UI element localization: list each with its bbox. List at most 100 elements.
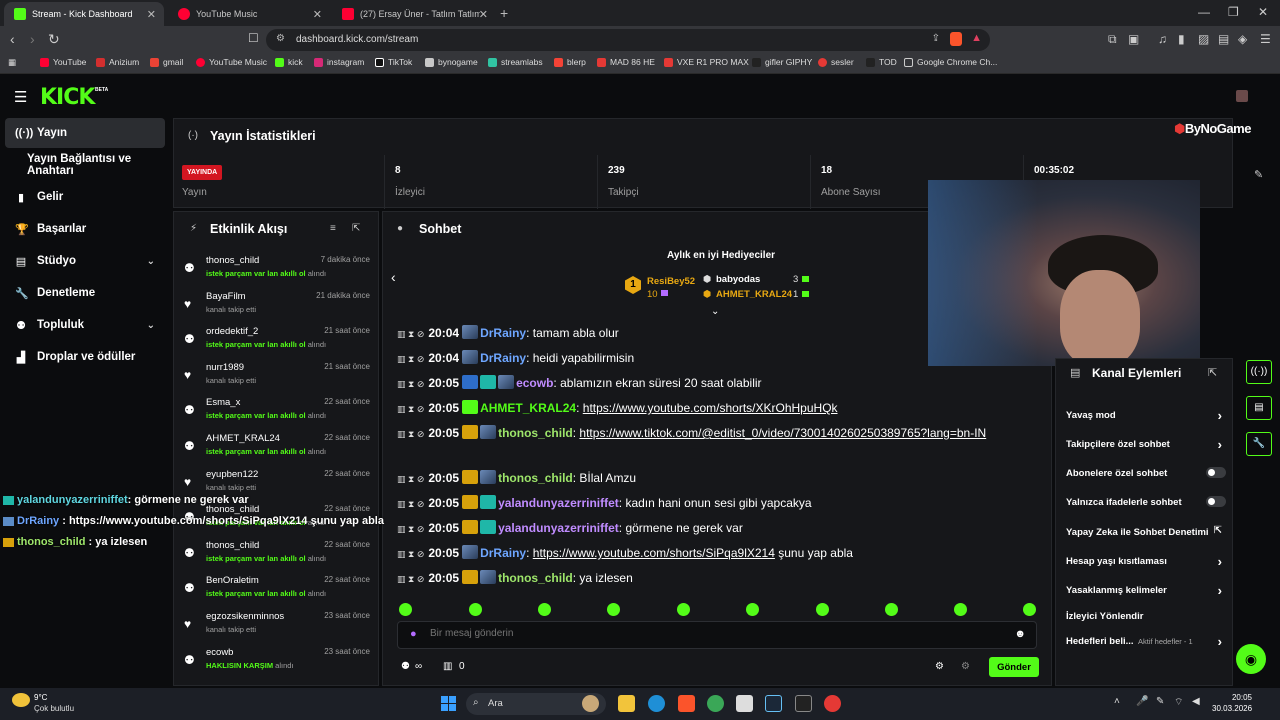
sidebar-item-yayin[interactable]: ((·)) Yayın: [5, 118, 165, 148]
popout-icon[interactable]: ⇱: [352, 223, 360, 234]
bookmark-youtube-music[interactable]: YouTube Music: [196, 57, 267, 67]
wifi-icon[interactable]: ⌔: [1174, 696, 1183, 709]
toggle-switch[interactable]: [1206, 496, 1226, 507]
close-window-icon[interactable]: ✕: [1258, 5, 1268, 19]
chat-username[interactable]: DrRainy: [480, 351, 526, 365]
bot-icon[interactable]: ⚙: [961, 661, 970, 672]
chat-message-input[interactable]: [430, 628, 990, 639]
popout-icon[interactable]: ⇱: [1208, 366, 1217, 379]
emote-icon[interactable]: [746, 603, 759, 616]
emote-icon[interactable]: [538, 603, 551, 616]
moderation-controls-icon[interactable]: ▥ ⧗ ⊘: [397, 404, 424, 414]
activity-username[interactable]: thonos_child: [206, 255, 259, 266]
new-tab-icon[interactable]: +: [500, 5, 508, 21]
screenshot-icon[interactable]: ▣: [1128, 32, 1139, 46]
moderation-controls-icon[interactable]: ▥ ⧗ ⊘: [397, 574, 424, 584]
brave-rewards-icon[interactable]: ▲: [971, 32, 982, 44]
bookmark-gmail[interactable]: gmail: [150, 57, 183, 67]
activity-username[interactable]: BenOraletim: [206, 575, 259, 586]
kick-logo[interactable]: KICK: [40, 85, 95, 110]
apps-icon[interactable]: ▦: [8, 57, 16, 68]
bookmark-bynogame[interactable]: bynogame: [425, 57, 478, 67]
site-info-icon[interactable]: ⚙: [276, 33, 285, 44]
bookmark-streamlabs[interactable]: streamlabs: [488, 57, 543, 67]
emote-icon[interactable]: [954, 603, 967, 616]
activity-username[interactable]: thonos_child: [206, 540, 259, 551]
chat-input-box[interactable]: ● ☻: [397, 621, 1037, 649]
message-link[interactable]: https://www.youtube.com/shorts/SiPqa9lX2…: [533, 546, 775, 560]
steam-icon[interactable]: [765, 695, 782, 712]
settings-gear-icon[interactable]: ⚙: [935, 661, 944, 672]
chat-username[interactable]: thonos_child: [498, 571, 573, 585]
rail-layout-button[interactable]: ▤: [1246, 396, 1272, 420]
bookmark-tiktok[interactable]: TikTok: [375, 57, 412, 67]
channel-action-item[interactable]: Hesap yaşı kısıtlaması ›: [1066, 554, 1226, 569]
activity-username[interactable]: BayaFilm: [206, 291, 246, 302]
activity-row[interactable]: ⚉ thonos_child 7 dakika önce istek parçam v…: [174, 252, 378, 287]
weather-icon[interactable]: [12, 693, 30, 707]
brave-icon[interactable]: [678, 695, 695, 712]
activity-username[interactable]: eyupben122: [206, 469, 258, 480]
emote-icon[interactable]: [607, 603, 620, 616]
support-chat-button[interactable]: ◉: [1236, 644, 1266, 674]
emote-icon[interactable]: [677, 603, 690, 616]
toggle-switch[interactable]: [1206, 467, 1226, 478]
bookmark-youtube[interactable]: YouTube: [40, 57, 86, 67]
activity-username[interactable]: nurr1989: [206, 362, 244, 373]
bookmark-instagram[interactable]: instagram: [314, 57, 364, 67]
chat-message[interactable]: ▥ ⧗ ⊘ 20:05 thonos_child: ya izlesen: [397, 569, 1037, 588]
image-icon[interactable]: ▨: [1198, 32, 1209, 46]
chat-username[interactable]: AHMET_KRAL24: [480, 401, 576, 415]
chat-username[interactable]: DrRainy: [480, 326, 526, 340]
activity-username[interactable]: ecowb: [206, 647, 233, 658]
sidebar-item-topluluk[interactable]: ⚉ Topluluk ⌄: [5, 310, 165, 340]
bookmark-kick[interactable]: kick: [275, 57, 303, 67]
emote-icon[interactable]: [885, 603, 898, 616]
edit-icon[interactable]: ✎: [1254, 168, 1263, 181]
bookmark-icon[interactable]: ☐: [248, 31, 259, 45]
extensions-icon[interactable]: ⧉: [1108, 32, 1117, 47]
channel-action-item[interactable]: Yapay Zeka ile Sohbet Denetimi ⇱: [1066, 525, 1226, 538]
widget-icon[interactable]: [582, 695, 599, 712]
moderation-controls-icon[interactable]: ▥ ⧗ ⊘: [397, 499, 424, 509]
bookmark-giphy[interactable]: gifler GIPHY: [752, 57, 812, 67]
vpn-icon[interactable]: ◈: [1238, 32, 1247, 46]
minimize-icon[interactable]: —: [1198, 5, 1210, 19]
emote-icon[interactable]: [1023, 603, 1036, 616]
rail-broadcast-button[interactable]: ((·)): [1246, 360, 1272, 384]
expand-icon[interactable]: ⌄: [711, 306, 719, 317]
filter-icon[interactable]: ≡: [330, 223, 336, 234]
close-tab-icon[interactable]: ✕: [147, 8, 156, 21]
rail-tools-button[interactable]: 🔧: [1246, 432, 1272, 456]
epic-icon[interactable]: [795, 695, 812, 712]
windows-start-icon[interactable]: [441, 696, 457, 712]
moderation-controls-icon[interactable]: ▥ ⧗ ⊘: [397, 354, 424, 364]
url-field[interactable]: ⚙ dashboard.kick.com/stream ⇪ ▲: [266, 29, 990, 51]
sidebar-item-gelir[interactable]: ▮ Gelir: [5, 182, 165, 212]
activity-row[interactable]: ⚉ ordedektif_2 21 saat önce istek parçam va…: [174, 323, 378, 358]
channel-points-icon[interactable]: ⚉: [401, 661, 410, 672]
volume-icon[interactable]: ◀: [1192, 696, 1200, 707]
edge-icon[interactable]: [648, 695, 665, 712]
moderation-controls-icon[interactable]: ▥ ⧗ ⊘: [397, 429, 424, 439]
moderation-controls-icon[interactable]: ▥ ⧗ ⊘: [397, 474, 424, 484]
reload-icon[interactable]: ↻: [48, 31, 60, 48]
activity-row[interactable]: ⚉ AHMET_KRAL24 22 saat önce istek parçam va…: [174, 430, 378, 465]
activity-username[interactable]: AHMET_KRAL24: [206, 433, 280, 444]
chat-message[interactable]: ▥ ⧗ ⊘ 20:05 AHMET_KRAL24: https://www.yout…: [397, 399, 1037, 418]
channel-action-item[interactable]: Yasaklanmış kelimeler ›: [1066, 583, 1226, 598]
trash-icon[interactable]: ▥: [443, 661, 452, 672]
chat-message[interactable]: ▥ ⧗ ⊘ 20:05 DrRainy: https://www.youtube.c…: [397, 544, 1037, 563]
profile-avatar[interactable]: [1236, 90, 1248, 102]
bookmark-tod[interactable]: TOD: [866, 57, 897, 67]
channel-action-item[interactable]: Yalnızca ifadelerle sohbet: [1066, 496, 1226, 508]
chevron-left-icon[interactable]: ‹: [391, 269, 396, 285]
tab-youtube-video[interactable]: (27) Ersay Üner - Tatlım Tatlım | Klip -…: [332, 2, 496, 26]
tab-youtube-music[interactable]: YouTube Music ✕: [168, 2, 330, 26]
emote-icon[interactable]: [399, 603, 412, 616]
chat-username[interactable]: DrRainy: [480, 546, 526, 560]
channel-action-item[interactable]: Abonelere özel sohbet: [1066, 467, 1226, 479]
bookmark-vxe[interactable]: VXE R1 PRO MAX: [664, 57, 749, 67]
restore-icon[interactable]: ❐: [1228, 5, 1239, 19]
activity-row[interactable]: ⚉ Esma_x 22 saat önce istek parçam var lan …: [174, 394, 378, 429]
